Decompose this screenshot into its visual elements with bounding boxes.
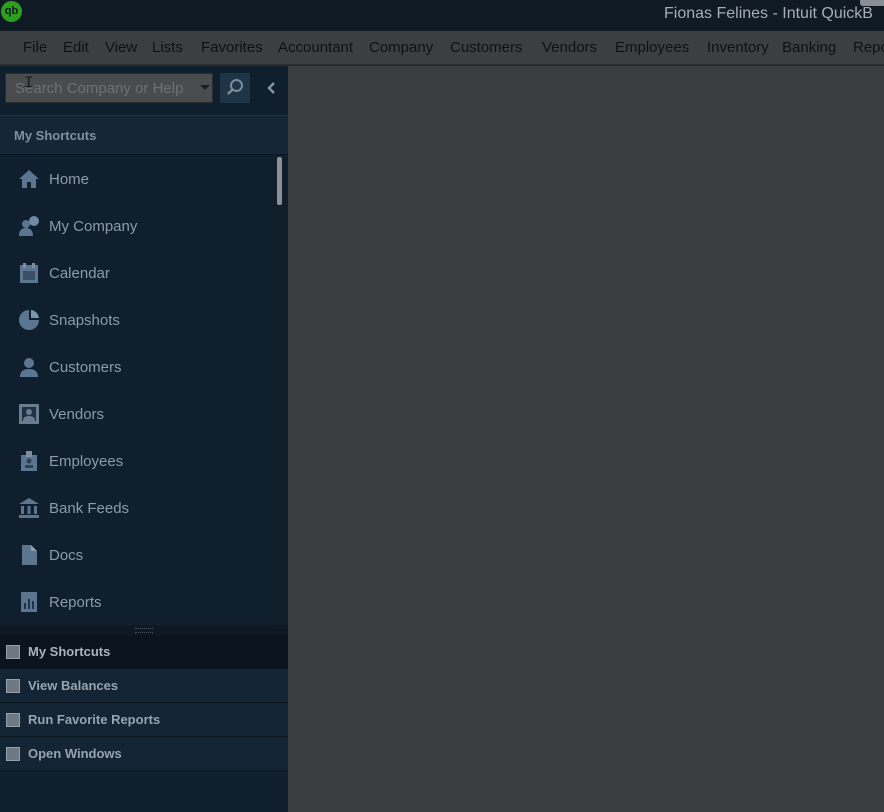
title-bar: qb Fionas Felines - Intuit QuickB <box>0 0 884 31</box>
home-icon <box>19 170 39 188</box>
quickbooks-logo-icon[interactable]: qb <box>1 1 22 22</box>
shortcut-customers[interactable]: Customers <box>0 343 274 390</box>
bank-icon <box>19 498 39 518</box>
scrollbar-thumb[interactable] <box>277 157 282 205</box>
window-title: Fionas Felines - Intuit QuickB <box>664 5 873 22</box>
menu-customers[interactable]: Customers <box>450 39 523 56</box>
shortcut-label: Employees <box>49 453 124 470</box>
search-input[interactable] <box>6 74 203 102</box>
my-company-icon <box>19 216 39 236</box>
tab-label: Open Windows <box>28 746 122 761</box>
shortcut-bank-feeds[interactable]: Bank Feeds <box>0 484 274 531</box>
docs-icon <box>22 545 37 565</box>
tab-run-favorite-reports[interactable]: Run Favorite Reports <box>0 703 288 737</box>
section-title: My Shortcuts <box>14 128 97 143</box>
shortcut-label: Calendar <box>49 265 110 282</box>
menu-lists[interactable]: Lists <box>152 39 183 56</box>
tab-label: My Shortcuts <box>28 644 111 659</box>
menu-vendors[interactable]: Vendors <box>542 39 597 56</box>
shortcut-scrollbar[interactable] <box>274 155 288 625</box>
shortcut-label: Home <box>49 171 90 188</box>
shortcut-my-company[interactable]: My Company <box>0 202 274 249</box>
shortcut-docs[interactable]: Docs <box>0 531 274 578</box>
menu-banking[interactable]: Banking <box>782 39 836 56</box>
menu-accountant[interactable]: Accountant <box>278 39 353 56</box>
main-workspace <box>290 66 884 812</box>
left-icon-bar: My Shortcuts Home My Company Calenda <box>0 66 288 812</box>
shortcut-home[interactable]: Home <box>0 155 274 202</box>
menu-file[interactable]: File <box>23 39 47 56</box>
magnifier-icon <box>227 79 243 95</box>
grip-icon <box>135 628 153 633</box>
vendors-icon <box>19 404 39 424</box>
window-controls[interactable] <box>860 0 884 6</box>
shortcuts-tab-icon <box>6 645 20 659</box>
windows-tab-icon <box>6 747 20 761</box>
collapse-nav-button[interactable] <box>256 73 286 103</box>
chevron-left-icon <box>267 82 275 94</box>
reports-tab-icon <box>6 713 20 727</box>
shortcut-label: Docs <box>49 547 84 564</box>
shortcut-label: Vendors <box>49 406 105 423</box>
reports-icon <box>21 592 37 612</box>
menu-inventory[interactable]: Inventory <box>707 39 769 56</box>
panel-splitter[interactable] <box>0 625 288 635</box>
shortcut-vendors[interactable]: Vendors <box>0 390 274 437</box>
menu-view[interactable]: View <box>105 39 137 56</box>
tab-view-balances[interactable]: View Balances <box>0 669 288 703</box>
shortcut-list: Home My Company Calendar Snapshots Custo… <box>0 155 274 625</box>
shortcut-label: Bank Feeds <box>49 500 130 517</box>
tab-label: View Balances <box>28 678 119 693</box>
shortcut-snapshots[interactable]: Snapshots <box>0 296 274 343</box>
shortcut-label: Snapshots <box>49 312 120 329</box>
menu-favorites[interactable]: Favorites <box>201 39 263 56</box>
shortcut-calendar[interactable]: Calendar <box>0 249 274 296</box>
search-button[interactable] <box>220 73 250 103</box>
tab-open-windows[interactable]: Open Windows <box>0 737 288 771</box>
shortcut-label: My Company <box>49 218 138 235</box>
menu-employees[interactable]: Employees <box>615 39 689 56</box>
shortcut-reports[interactable]: Reports <box>0 578 274 625</box>
menu-bar: File Edit View Lists Favorites Accountan… <box>0 31 884 66</box>
shortcut-label: Customers <box>49 359 122 376</box>
search-box <box>5 73 213 103</box>
balances-tab-icon <box>6 679 20 693</box>
menu-company[interactable]: Company <box>369 39 433 56</box>
my-shortcuts-header: My Shortcuts <box>0 115 288 155</box>
menu-edit[interactable]: Edit <box>63 39 89 56</box>
tab-label: Run Favorite Reports <box>28 712 161 727</box>
shortcut-employees[interactable]: Employees <box>0 437 274 484</box>
i-beam-cursor-icon: I <box>24 74 34 92</box>
customers-icon <box>20 358 38 377</box>
tab-my-shortcuts[interactable]: My Shortcuts <box>0 635 288 669</box>
snapshots-icon <box>19 310 39 330</box>
calendar-icon <box>20 263 38 283</box>
search-dropdown-arrow-icon[interactable] <box>200 85 210 90</box>
menu-reports[interactable]: Repo <box>853 39 884 56</box>
shortcut-label: Reports <box>49 594 102 611</box>
employees-icon <box>21 451 37 471</box>
